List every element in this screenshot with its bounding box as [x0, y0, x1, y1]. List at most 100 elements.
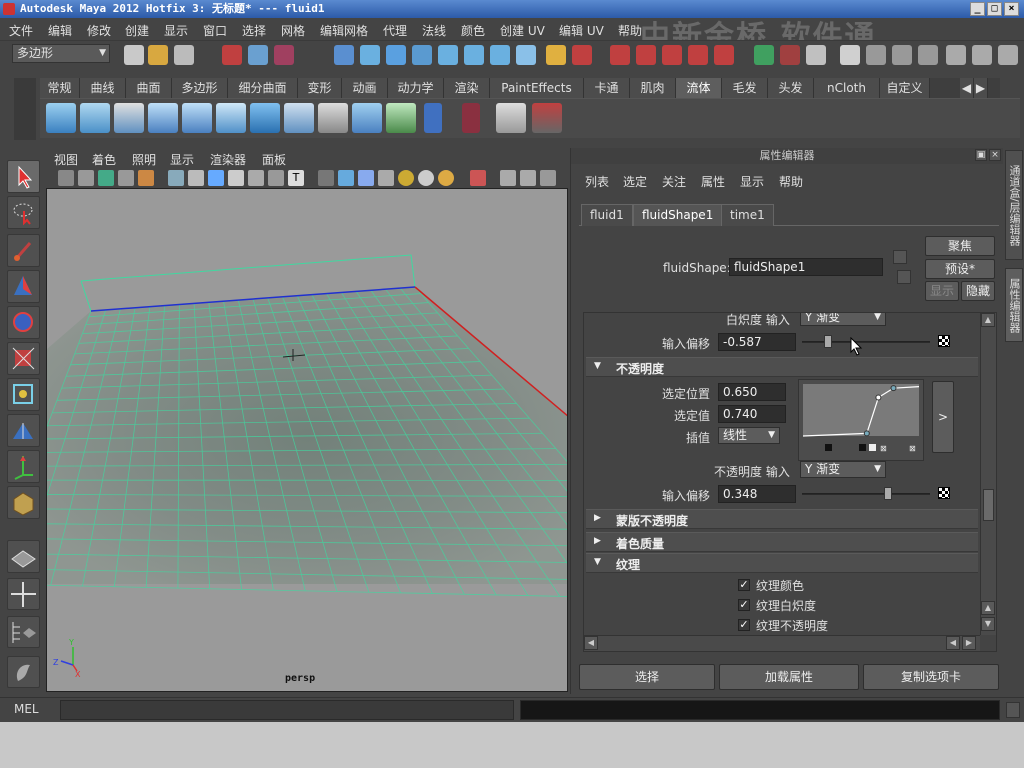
menu-color[interactable]: 颜色: [461, 22, 485, 39]
ramp-remove-icon[interactable]: ⊠: [909, 444, 916, 453]
fluid-grid-icon[interactable]: [318, 103, 348, 133]
scale-tool-icon[interactable]: [7, 342, 40, 375]
copy-tab-button[interactable]: 复制选项卡: [863, 664, 999, 690]
select-handles-icon[interactable]: [334, 45, 354, 65]
select-dynamics-icon[interactable]: [464, 45, 484, 65]
scroll-up-icon[interactable]: ▲: [981, 313, 995, 327]
snap-curve-icon[interactable]: [636, 45, 656, 65]
isolate-select-icon[interactable]: [470, 170, 486, 186]
fluid-2d-emitter-icon[interactable]: [182, 103, 212, 133]
ae-menu-list[interactable]: 列表: [585, 173, 609, 190]
xray-icon[interactable]: [500, 170, 516, 186]
presets-button[interactable]: 预设*: [925, 259, 995, 279]
hide-button[interactable]: 隐藏: [961, 281, 995, 301]
safe-title-icon[interactable]: T: [288, 170, 304, 186]
shelf-tab-ncloth[interactable]: nCloth: [814, 78, 880, 98]
matte-opacity-section-header[interactable]: ▶ 蒙版不透明度: [586, 509, 978, 529]
attributes-scroll-area[interactable]: 白炽度 输入 Y 渐变 ▼ 输入偏移 -0.587 ▼ 不透明度 选定位置 0.6…: [583, 312, 997, 652]
shelf-tab-surfaces[interactable]: 曲面: [126, 78, 172, 98]
ae-menu-selected[interactable]: 选定: [623, 173, 647, 190]
menu-normals[interactable]: 法线: [422, 22, 446, 39]
perspective-viewport[interactable]: Y Z X persp: [46, 188, 568, 692]
go-to-input-icon[interactable]: [893, 250, 907, 264]
opacity-ramp-curve[interactable]: ⊠ ⊠: [799, 380, 923, 460]
shelf-grip[interactable]: [14, 78, 36, 140]
backface-culling-icon[interactable]: [540, 170, 556, 186]
viewport-menu-view[interactable]: 视图: [54, 151, 78, 168]
menu-file[interactable]: 文件: [9, 22, 33, 39]
texture-incandescence-checkbox[interactable]: ✓: [738, 599, 750, 611]
fluid-2d-container-icon[interactable]: [80, 103, 110, 133]
rotate-tool-icon[interactable]: [7, 306, 40, 339]
menu-proxy[interactable]: 代理: [383, 22, 407, 39]
make-collide-icon[interactable]: [386, 103, 416, 133]
incandescence-input-dropdown[interactable]: Y 渐变 ▼: [800, 313, 886, 326]
go-to-output-icon[interactable]: [897, 270, 911, 284]
add-emitter-icon[interactable]: [216, 103, 246, 133]
shadows-icon[interactable]: [418, 170, 434, 186]
select-button[interactable]: 选择: [579, 664, 715, 690]
wireframe-on-shaded-icon[interactable]: [358, 170, 374, 186]
opacity-ramp-editor[interactable]: ⊠ ⊠: [798, 379, 924, 461]
ramp-key-swatch[interactable]: [859, 444, 866, 451]
ramp-delete-icon[interactable]: ⊠: [880, 444, 887, 453]
field-chart-icon[interactable]: [248, 170, 264, 186]
show-button[interactable]: 显示: [925, 281, 959, 301]
high-quality-icon[interactable]: [438, 170, 454, 186]
shading-quality-section-header[interactable]: ▶ 着色质量: [586, 532, 978, 552]
ae-menu-focus[interactable]: 关注: [662, 173, 686, 190]
opacity-bias-slider[interactable]: [802, 493, 930, 495]
save-scene-icon[interactable]: [174, 45, 194, 65]
select-misc-icon[interactable]: [516, 45, 536, 65]
opacity-section-header[interactable]: ▼ 不透明度: [586, 357, 978, 377]
select-curves-icon[interactable]: [386, 45, 406, 65]
ramp-expand-button[interactable]: >: [932, 381, 954, 453]
snap-grid-icon[interactable]: [610, 45, 630, 65]
camera-attributes-icon[interactable]: [78, 170, 94, 186]
clear-initial-state-icon[interactable]: [462, 103, 480, 133]
single-perspective-layout-icon[interactable]: [7, 540, 40, 573]
incandescence-bias-slider-handle[interactable]: [823, 335, 832, 348]
use-default-lighting-icon[interactable]: [398, 170, 414, 186]
shelf-tab-general[interactable]: 常规: [40, 78, 80, 98]
menu-display[interactable]: 显示: [164, 22, 188, 39]
panel-close-icon[interactable]: ×: [989, 149, 1001, 161]
mel-label[interactable]: MEL: [14, 702, 39, 716]
menu-select[interactable]: 选择: [242, 22, 266, 39]
smooth-shade-icon[interactable]: [338, 170, 354, 186]
gate-mask-icon[interactable]: [228, 170, 244, 186]
tab-fluid1[interactable]: fluid1: [581, 204, 633, 226]
ramp-point[interactable]: [890, 385, 897, 392]
make-live-icon[interactable]: [714, 45, 734, 65]
tab-time1[interactable]: time1: [721, 204, 774, 226]
bookmark-icon[interactable]: [98, 170, 114, 186]
new-scene-icon[interactable]: [124, 45, 144, 65]
fluid-3d-container-icon[interactable]: [46, 103, 76, 133]
soft-mod-tool-icon[interactable]: [7, 414, 40, 447]
lock-selection-icon[interactable]: [546, 45, 566, 65]
safe-action-icon[interactable]: [268, 170, 284, 186]
opacity-bias-slider-handle[interactable]: [883, 487, 892, 500]
menu-window[interactable]: 窗口: [203, 22, 227, 39]
shelf-scroll-right-icon[interactable]: ▶: [974, 78, 988, 98]
resolution-gate-icon[interactable]: [208, 170, 224, 186]
shelf-tab-custom[interactable]: 自定义: [880, 78, 930, 98]
selected-position-field[interactable]: 0.650: [718, 383, 786, 401]
lasso-tool-icon[interactable]: [7, 196, 40, 229]
last-tool-icon[interactable]: [7, 486, 40, 519]
show-attribute-editor-icon[interactable]: [946, 45, 966, 65]
scrollbar-thumb[interactable]: [983, 489, 994, 521]
shelf-tab-toon[interactable]: 卡通: [584, 78, 630, 98]
wireframe-icon[interactable]: [318, 170, 334, 186]
channel-box-layer-editor-tab[interactable]: 通道盒/层编辑器: [1005, 150, 1023, 260]
menu-create[interactable]: 创建: [125, 22, 149, 39]
shelf-tab-painteffects[interactable]: PaintEffects: [490, 78, 584, 98]
script-editor-icon[interactable]: [1006, 702, 1020, 718]
scroll-up-icon[interactable]: ▲: [981, 601, 995, 615]
hypershade-icon[interactable]: [7, 656, 40, 688]
incandescence-bias-slider[interactable]: [802, 341, 930, 343]
ramp-black-swatch[interactable]: [825, 444, 832, 451]
scroll-left-icon[interactable]: ◀: [584, 636, 598, 650]
menu-edit-uv[interactable]: 编辑 UV: [559, 22, 604, 39]
mode-selector[interactable]: 多边形 ▼: [12, 44, 110, 63]
